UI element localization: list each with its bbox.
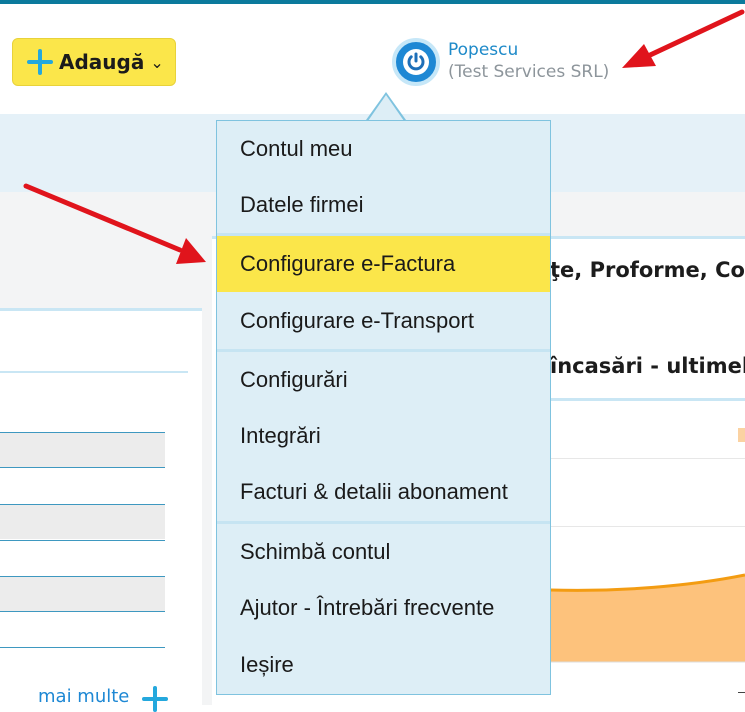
list-row <box>0 467 165 502</box>
menu-item-facturi-abonament[interactable]: Facturi & detalii abonament <box>217 464 550 520</box>
chart-axis-tick <box>738 692 745 693</box>
chart-gridline <box>550 458 745 459</box>
plus-icon <box>27 49 53 75</box>
red-arrow-line <box>645 9 745 59</box>
menu-item-configurari[interactable]: Configurări <box>217 352 550 408</box>
menu-item-integrari[interactable]: Integrări <box>217 408 550 464</box>
left-panel-divider <box>0 371 188 373</box>
list-row <box>0 647 165 648</box>
panel-divider <box>550 398 745 401</box>
menu-item-iesire[interactable]: Ieșire <box>217 637 550 693</box>
red-arrow-head <box>622 44 656 68</box>
top-border <box>0 0 745 4</box>
menu-item-configurare-etransport[interactable]: Configurare e-Transport <box>217 293 550 349</box>
menu-item-configurare-efactura[interactable]: Configurare e-Factura <box>217 236 550 292</box>
add-button-label: Adaugă <box>59 50 145 74</box>
plus-icon[interactable] <box>142 686 168 712</box>
list-row <box>0 432 165 467</box>
list-row <box>0 504 165 539</box>
menu-pointer-fill <box>368 95 404 121</box>
list-row <box>0 576 165 611</box>
menu-item-schimba-contul[interactable]: Schimbă contul <box>217 524 550 580</box>
list-row <box>0 540 165 575</box>
user-name[interactable]: Popescu <box>448 40 518 60</box>
chevron-down-icon: ⌄ <box>150 52 164 72</box>
panel-subtitle: încasări - ultimele <box>550 354 745 378</box>
power-icon <box>403 49 429 75</box>
user-company: (Test Services SRL) <box>448 62 610 82</box>
menu-item-ajutor[interactable]: Ajutor - Întrebări frecvente <box>217 580 550 636</box>
more-link[interactable]: mai multe <box>38 686 129 707</box>
menu-item-datele-firmei[interactable]: Datele firmei <box>217 177 550 233</box>
chart-gridline <box>550 526 745 527</box>
user-avatar[interactable] <box>392 38 440 86</box>
add-button[interactable]: Adaugă ⌄ <box>12 38 176 86</box>
menu-item-contul-meu[interactable]: Contul meu <box>217 121 550 177</box>
chart-marker <box>738 428 745 442</box>
list-row <box>0 611 165 646</box>
panel-title: ţe, Proforme, Come <box>550 258 745 282</box>
